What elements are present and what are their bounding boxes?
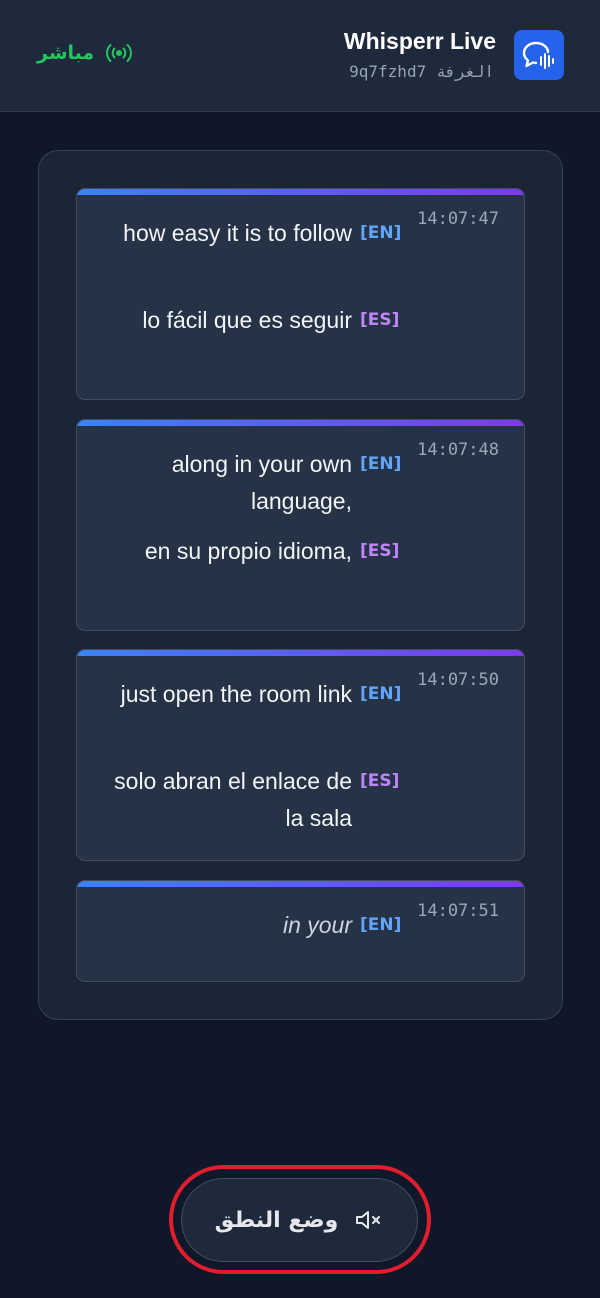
live-label: مباشر bbox=[37, 42, 95, 64]
transcript-card-live: 14:07:51 in your [EN] bbox=[76, 880, 525, 982]
target-line: en su propio idioma, [ES] bbox=[102, 533, 400, 570]
source-text: how easy it is to follow bbox=[123, 220, 352, 246]
room-code: 9q7fzhd7 bbox=[349, 62, 427, 81]
chat-bubble-audio-icon bbox=[514, 30, 564, 80]
speaker-muted-icon bbox=[354, 1209, 384, 1231]
speak-mode-button[interactable]: وضع النطق bbox=[181, 1178, 418, 1262]
source-line: how easy it is to follow [EN] bbox=[102, 215, 401, 252]
room-info: 9q7fzhd7 الغرفة bbox=[349, 62, 494, 81]
app-header: مباشر Whisperr Live 9q7fzhd7 الغرفة bbox=[0, 0, 600, 112]
timestamp: 14:07:47 bbox=[417, 209, 499, 229]
card-accent-bar bbox=[77, 189, 524, 195]
source-line: just open the room link [EN] bbox=[102, 676, 402, 713]
source-lang-tag: [EN] bbox=[360, 454, 402, 474]
app-title: Whisperr Live bbox=[343, 28, 496, 54]
live-indicator: مباشر bbox=[37, 42, 133, 64]
source-text: along in your own language, bbox=[171, 451, 352, 514]
target-lang-tag: [ES] bbox=[360, 541, 400, 561]
source-line: along in your own language, [EN] bbox=[102, 446, 402, 520]
source-text: in your bbox=[282, 912, 352, 938]
target-text: en su propio idioma, bbox=[144, 538, 352, 564]
target-line: lo fácil que es seguir [ES] bbox=[102, 302, 399, 339]
card-accent-bar bbox=[77, 650, 524, 656]
target-lang-tag: [ES] bbox=[360, 310, 400, 330]
timestamp: 14:07:51 bbox=[417, 901, 499, 921]
transcript-card: 14:07:47 how easy it is to follow [EN] l… bbox=[76, 188, 525, 400]
target-text: lo fácil que es seguir bbox=[142, 307, 352, 333]
target-lang-tag: [ES] bbox=[360, 771, 400, 791]
source-lang-tag: [EN] bbox=[360, 223, 402, 243]
broadcast-icon bbox=[106, 43, 133, 63]
card-accent-bar bbox=[77, 881, 524, 887]
timestamp: 14:07:50 bbox=[417, 670, 499, 690]
source-lang-tag: [EN] bbox=[360, 684, 402, 704]
transcript-feed[interactable]: 14:07:47 how easy it is to follow [EN] l… bbox=[38, 150, 563, 1020]
source-lang-tag: [EN] bbox=[360, 915, 402, 935]
target-line: solo abran el enlace de la sala [ES] bbox=[102, 763, 399, 837]
card-accent-bar bbox=[77, 420, 524, 426]
transcript-card: 14:07:50 just open the room link [EN] so… bbox=[76, 649, 525, 861]
speak-mode-label: وضع النطق bbox=[214, 1207, 339, 1233]
target-text: solo abran el enlace de la sala bbox=[114, 768, 352, 831]
source-text: just open the room link bbox=[120, 681, 352, 707]
transcript-card: 14:07:48 along in your own language, [EN… bbox=[76, 419, 525, 631]
timestamp: 14:07:48 bbox=[417, 440, 499, 460]
source-line: in your [EN] bbox=[102, 907, 401, 944]
room-label: الغرفة bbox=[436, 62, 494, 81]
